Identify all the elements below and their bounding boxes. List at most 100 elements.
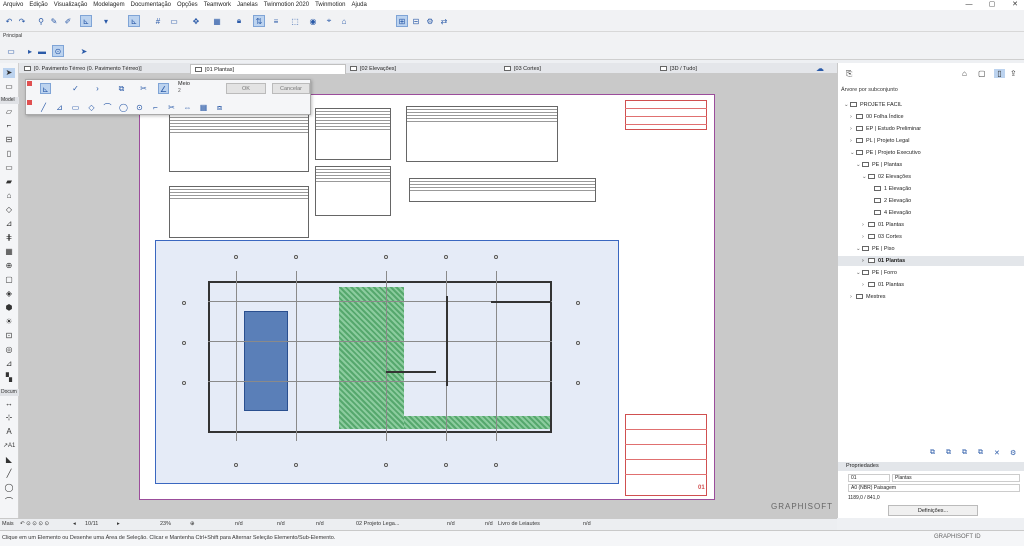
maximize-button[interactable]: ▢ (985, 0, 999, 10)
clone-icon[interactable]: ⧉ (978, 449, 983, 457)
paper-size-field[interactable]: A0 (NBR) Paisagem (848, 484, 1020, 492)
stretch-icon[interactable]: ⇔ (182, 102, 193, 113)
offset-all-icon[interactable]: ⧈ (214, 102, 225, 113)
publisher-icon[interactable]: ⇪ (1010, 69, 1017, 78)
nav-item[interactable]: ⌄ 02 Elevações (862, 172, 911, 182)
tab-3d-tudo[interactable]: [3D / Tudo] (656, 64, 697, 74)
object-tool-icon[interactable]: ⊕ (3, 261, 15, 271)
snap-guides-icon[interactable]: ⊾ (128, 15, 140, 27)
layer-settings-icon[interactable]: ▭ (5, 45, 17, 57)
guide-lines-icon[interactable]: ⊾ (80, 15, 92, 27)
menu-teamwork[interactable]: Teamwork (204, 2, 231, 8)
column-tool-icon[interactable]: ▯ (3, 149, 15, 159)
check-icon[interactable]: ✓ (70, 83, 81, 94)
menu-ajuda[interactable]: Ajuda (351, 2, 366, 8)
menu-arquivo[interactable]: Arquivo (3, 2, 23, 8)
prev-page-icon[interactable]: ◂ (73, 521, 76, 527)
window-tool-icon[interactable]: ⊟ (3, 135, 15, 145)
line-icon[interactable]: ╱ (38, 102, 49, 113)
menu-visualizacao[interactable]: Visualização (54, 2, 88, 8)
document-section-header[interactable]: Docum (0, 389, 19, 396)
opening-tool-icon[interactable]: ◎ (3, 345, 15, 355)
move-icon[interactable]: ✥ (190, 15, 202, 27)
undo-icon[interactable]: ↶ (3, 15, 15, 27)
nav-item[interactable]: › 00 Folha Índice (850, 112, 904, 122)
trim-icon[interactable]: ✂ (166, 102, 177, 113)
nav-item[interactable]: 2 Elevação (874, 196, 911, 206)
wall-tool-icon[interactable]: ▱ (3, 107, 15, 117)
rotated-rect-icon[interactable]: ◇ (86, 102, 97, 113)
tangent-icon[interactable]: ⊙ (134, 102, 145, 113)
menu-modelagem[interactable]: Modelagem (93, 2, 124, 8)
nav-item-selected[interactable]: › 01 Plantas (838, 256, 1024, 266)
stair-tool-icon[interactable]: ⊿ (3, 219, 15, 229)
organizer-icon[interactable]: ⎘ (846, 69, 852, 79)
line-tool-icon[interactable]: ╱ (3, 469, 15, 479)
nav-item[interactable]: › 03 Cortes (862, 232, 902, 242)
corner-window-tool-icon[interactable]: ⊿ (3, 359, 15, 369)
view-icon[interactable]: ▭ (168, 15, 180, 27)
3d-window-icon[interactable]: ⬚ (289, 15, 301, 27)
layout-name-field[interactable]: Plantas (892, 474, 1020, 482)
rect-icon[interactable]: ▭ (70, 102, 81, 113)
cancel-button[interactable]: Cancelar (272, 83, 310, 94)
circle-icon[interactable]: ◯ (118, 102, 129, 113)
fill-tool-icon[interactable]: ◣ (3, 455, 15, 465)
navigator-toggle-icon[interactable]: ☁ (812, 64, 824, 74)
connect-icon[interactable]: ⚙ (424, 15, 436, 27)
label-tool-icon[interactable]: ↗A1 (3, 441, 15, 451)
menu-janelas[interactable]: Janelas (237, 2, 258, 8)
trace-icon[interactable]: ⇅ (253, 15, 265, 27)
new-master-icon[interactable]: ⧉ (962, 449, 967, 457)
tab-03-cortes[interactable]: [03 Cortes] (500, 64, 541, 74)
zoom-value[interactable]: 23% (160, 521, 171, 527)
skylight-tool-icon[interactable]: ⊡ (3, 331, 15, 341)
tab-01-plantas[interactable]: [01 Plantas] (190, 64, 346, 74)
mesh-tool-icon[interactable]: ◈ (3, 289, 15, 299)
arc-icon[interactable]: ⌒ (102, 102, 113, 113)
publish-icon[interactable]: ⊟ (410, 15, 422, 27)
layout-book-icon[interactable]: ▯ (994, 69, 1005, 78)
nav-item[interactable]: › Mestres (850, 292, 886, 302)
zone-tool-icon[interactable]: ▢ (3, 275, 15, 285)
polyline-tool-icon[interactable]: ⌒ (3, 497, 15, 507)
close-button[interactable]: ✕ (1008, 0, 1022, 10)
mode-select-value[interactable]: 2 (178, 88, 181, 94)
nav-item[interactable]: › 01 Plantas (862, 280, 904, 290)
menu-opcoes[interactable]: Opções (177, 2, 198, 8)
menu-documentacao[interactable]: Documentação (131, 2, 171, 8)
delete-icon[interactable]: ✕ (994, 449, 1000, 457)
teamwork-icon[interactable]: ⊞ (396, 15, 408, 27)
marquee-tool-icon[interactable]: ▭ (3, 82, 15, 92)
close-palette-icon[interactable] (27, 81, 32, 86)
mode-select-label[interactable]: Meio (178, 81, 190, 87)
roof-tool-icon[interactable]: ⌂ (3, 191, 15, 201)
morph-tool-icon[interactable]: ⬢ (3, 303, 15, 313)
door-tool-icon[interactable]: ⌐ (3, 121, 15, 131)
close-palette-icon[interactable] (27, 100, 32, 105)
split-icon[interactable]: ✂ (138, 83, 149, 94)
nav-item[interactable]: ⌄ PE | Forro (856, 268, 897, 278)
beam-tool-icon[interactable]: ▭ (3, 163, 15, 173)
offset-icon[interactable]: ⧉ (116, 83, 127, 94)
settings-button[interactable]: Definições... (888, 505, 978, 516)
group-icon[interactable]: ▦ (211, 15, 223, 27)
minimize-button[interactable]: — (962, 0, 976, 10)
table-icon[interactable]: ▦ (198, 102, 209, 113)
grid-icon[interactable]: # (152, 15, 164, 27)
menu-twinmotion-2020[interactable]: Twinmotion 2020 (264, 2, 309, 8)
tab-pavimento-terreo[interactable]: [0. Pavimento Térreo (0. Pavimento Térre… (20, 64, 142, 74)
design-section-header[interactable]: Model (0, 97, 19, 104)
arrow-icon[interactable]: ▸ (24, 45, 36, 57)
pick-up-icon[interactable]: ⚲ (35, 15, 47, 27)
arc-tool-icon[interactable]: ◯ (3, 483, 15, 493)
nav-item[interactable]: 1 Elevação (874, 184, 911, 194)
navigation-icons[interactable]: ↶ ⊙ ⊙ ⊙ ⊙ (20, 521, 49, 527)
lamp-tool-icon[interactable]: ☀ (3, 317, 15, 327)
section-icon[interactable]: ⌖ (323, 15, 335, 27)
render-icon[interactable]: ◉ (307, 15, 319, 27)
dimension-tool-icon[interactable]: ↔ (3, 399, 15, 409)
eyedropper-icon[interactable]: ✐ (62, 15, 74, 27)
menu-edicao[interactable]: Edição (29, 2, 47, 8)
new-layout-icon[interactable]: ⧉ (930, 449, 935, 457)
